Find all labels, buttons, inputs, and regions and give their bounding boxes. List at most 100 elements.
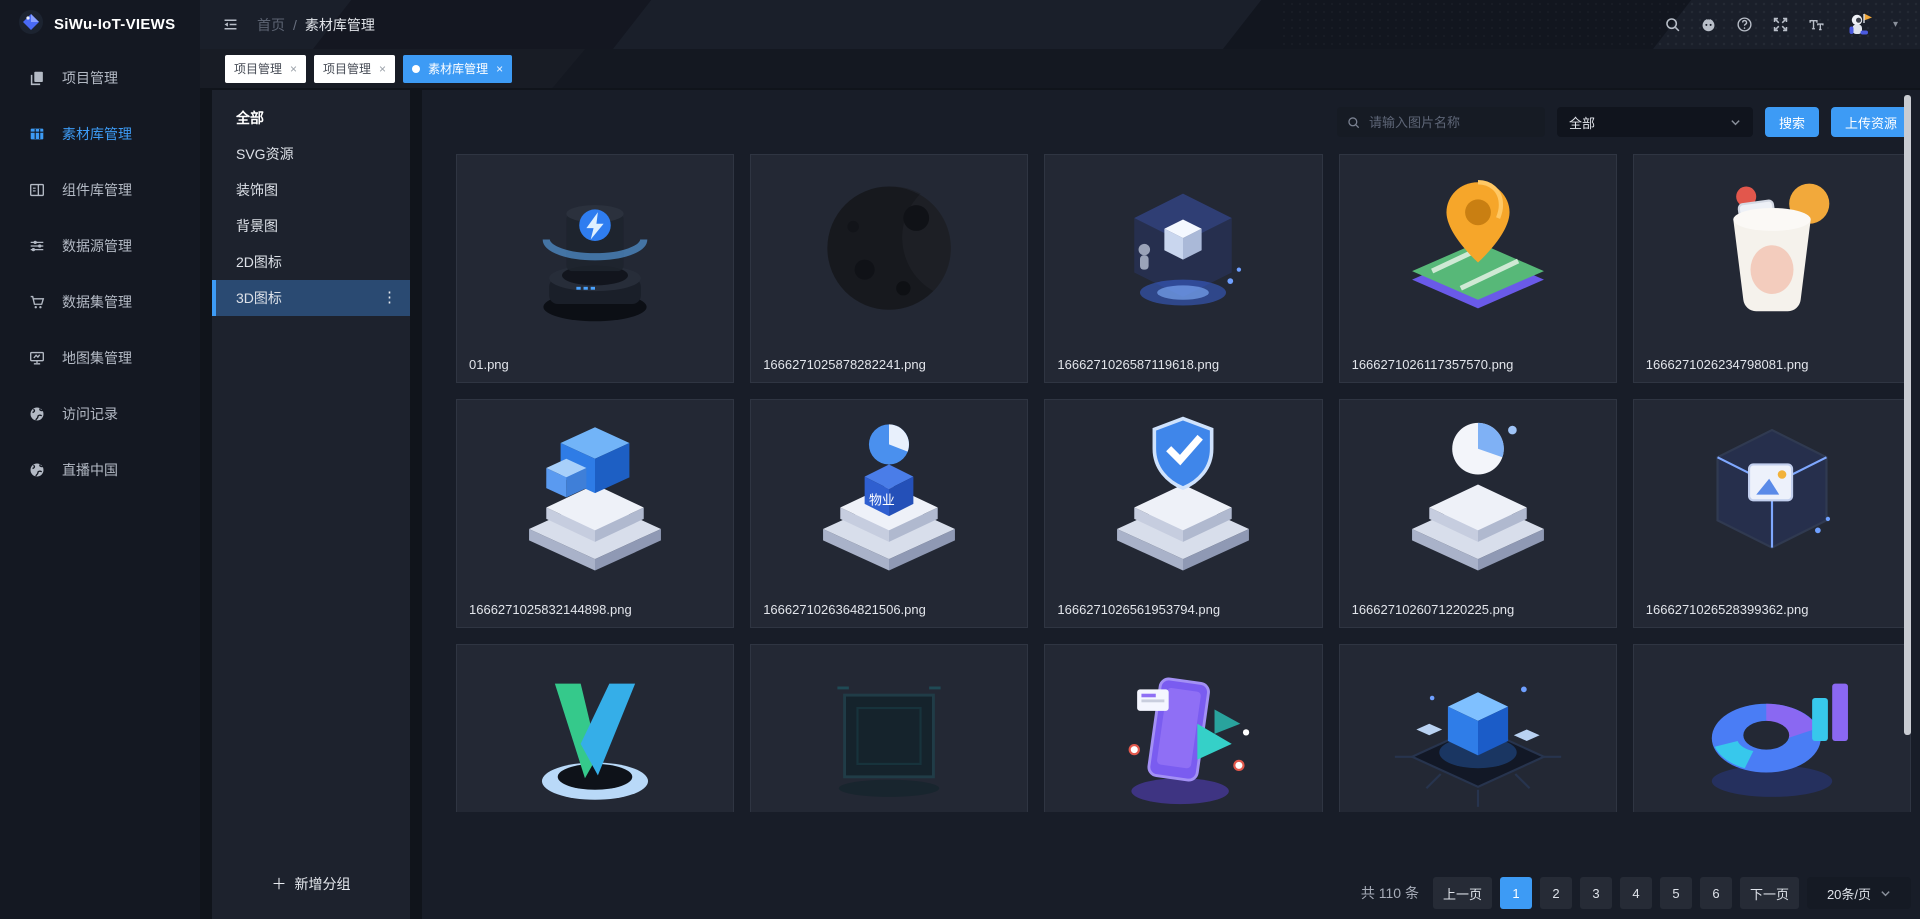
sidebar-item-label: 直播中国 (62, 460, 118, 480)
sidebar-item[interactable]: 直播中国 (0, 442, 200, 498)
search-button[interactable]: 搜索 (1765, 107, 1819, 137)
breadcrumb-current: 素材库管理 (305, 15, 375, 35)
sidebar-item[interactable]: 项目管理 (0, 50, 200, 106)
user-menu-caret-icon[interactable]: ▾ (1893, 19, 1898, 30)
datasource-icon (28, 237, 46, 255)
category-item-2D图标[interactable]: 2D图标 (212, 244, 410, 280)
pagination-pages: 123456 (1500, 877, 1732, 909)
asset-thumbnail-holo-cube (1097, 165, 1269, 337)
logo: SiWu-IoT-VIEWS (0, 0, 200, 49)
dataset-icon (28, 293, 46, 311)
asset-filename: 1666271026364821506.png (763, 602, 926, 617)
category-label: 背景图 (236, 218, 278, 234)
asset-card[interactable]: 1666271025878282241.png (750, 154, 1028, 383)
pagination-page-4[interactable]: 4 (1620, 877, 1652, 909)
breadcrumb-home[interactable]: 首页 (257, 15, 285, 35)
category-item-装饰图[interactable]: 装饰图 (212, 172, 410, 208)
upload-asset-button[interactable]: 上传资源 (1831, 107, 1911, 137)
asset-thumbnail-shield (1097, 410, 1269, 582)
open-tabs-bar: 项目管理×项目管理×素材库管理× (200, 49, 1920, 88)
category-list: 全部SVG资源装饰图背景图 2D图标 3D图标⋮ (212, 90, 410, 316)
sidebar-item[interactable]: 组件库管理 (0, 162, 200, 218)
sidebar-item-label: 访问记录 (62, 404, 118, 424)
main-area: 全部SVG资源装饰图背景图2D图标3D图标⋮ ＋新增分组 全部 搜索 上传资源 (200, 88, 1920, 919)
breadcrumb: 首页 / 素材库管理 (257, 15, 375, 35)
category-item-全部[interactable]: 全部 (212, 100, 410, 136)
atlas-icon (28, 349, 46, 367)
asset-card[interactable]: 1666271026587119618.png (1044, 154, 1322, 383)
pagination-page-6[interactable]: 6 (1700, 877, 1732, 909)
project-icon (28, 69, 46, 87)
fullscreen-icon[interactable] (1772, 16, 1789, 33)
category-item-SVG资源[interactable]: SVG资源 (212, 136, 410, 172)
asset-grid-viewport: 01.png1666271025878282241.png 16662710265… (456, 154, 1911, 812)
asset-thumbnail-chip-cube (1392, 655, 1564, 812)
category-item-背景图[interactable]: 背景图 (212, 208, 410, 244)
sidebar-item[interactable]: 数据源管理 (0, 218, 200, 274)
tab-素材库管理[interactable]: 素材库管理× (403, 55, 512, 83)
asset-filename: 1666271026561953794.png (1057, 602, 1220, 617)
sidebar-item[interactable]: 访问记录 (0, 386, 200, 442)
asset-card[interactable] (456, 644, 734, 812)
pagination-total: 共 110 条 (1361, 883, 1419, 903)
asset-card[interactable] (1339, 644, 1617, 812)
active-tab-dot (412, 65, 420, 73)
tab-close-icon[interactable]: × (379, 63, 386, 75)
asset-filename: 1666271026587119618.png (1057, 357, 1219, 372)
category-kebab-icon[interactable]: ⋮ (382, 280, 398, 316)
category-label: 2D图标 (236, 254, 282, 270)
asset-card[interactable]: 1666271025832144898.png (456, 399, 734, 628)
sidebar-item[interactable]: 素材库管理 (0, 106, 200, 162)
pagination-next-button[interactable]: 下一页 (1740, 877, 1799, 909)
sidebar-item-label: 数据源管理 (62, 236, 132, 256)
header-left: 首页 / 素材库管理 (222, 15, 375, 35)
asset-thumbnail-device (509, 165, 681, 337)
sidebar-item[interactable]: 地图集管理 (0, 330, 200, 386)
pagination-page-3[interactable]: 3 (1580, 877, 1612, 909)
asset-card[interactable]: 1666271026071220225.png (1339, 399, 1617, 628)
github-icon[interactable] (1700, 16, 1717, 33)
add-group-button[interactable]: ＋新增分组 (212, 872, 410, 895)
asset-filename: 1666271025832144898.png (469, 602, 632, 617)
asset-card[interactable] (1633, 644, 1911, 812)
app-title: SiWu-IoT-VIEWS (54, 16, 175, 33)
tab-项目管理[interactable]: 项目管理 × (314, 55, 395, 83)
asset-card[interactable]: 1666271026561953794.png (1044, 399, 1322, 628)
asset-thumbnail-donut (1686, 655, 1858, 812)
asset-card[interactable]: 物业1666271026364821506.png (750, 399, 1028, 628)
asset-card[interactable]: 1666271026117357570.png (1339, 154, 1617, 383)
add-group-label: 新增分组 (295, 876, 351, 892)
asset-card[interactable]: 1666271026528399362.png (1633, 399, 1911, 628)
tab-label: 项目管理 (234, 60, 282, 77)
tab-close-icon[interactable]: × (290, 63, 297, 75)
sidebar-item[interactable]: 数据集管理 (0, 274, 200, 330)
asset-thumbnail-dark-frame (803, 655, 975, 812)
pagination-page-5[interactable]: 5 (1660, 877, 1692, 909)
asset-card[interactable] (750, 644, 1028, 812)
pagination-prev-button[interactable]: 上一页 (1433, 877, 1492, 909)
top-header: 首页 / 素材库管理 ▾ (200, 0, 1920, 49)
page-size-select[interactable]: 20条/页 (1807, 877, 1911, 909)
asset-search-input[interactable] (1367, 114, 1535, 131)
sidebar-item-label: 数据集管理 (62, 292, 132, 312)
collapse-sidebar-icon[interactable] (222, 16, 239, 33)
pagination-page-1[interactable]: 1 (1500, 877, 1532, 909)
pagination-page-2[interactable]: 2 (1540, 877, 1572, 909)
tab-label: 项目管理 (323, 60, 371, 77)
asset-type-value: 全部 (1569, 113, 1595, 132)
help-icon[interactable] (1736, 16, 1753, 33)
user-avatar[interactable] (1844, 10, 1874, 40)
font-size-icon[interactable] (1808, 16, 1825, 33)
component-icon (28, 181, 46, 199)
tab-项目管理[interactable]: 项目管理 × (225, 55, 306, 83)
asset-card[interactable]: 1666271026234798081.png (1633, 154, 1911, 383)
scrollbar-thumb[interactable] (1904, 95, 1911, 735)
asset-filename: 1666271026234798081.png (1646, 357, 1809, 372)
asset-thumbnail-pie-white (1392, 410, 1564, 582)
asset-card[interactable]: 01.png (456, 154, 734, 383)
asset-type-select[interactable]: 全部 (1557, 107, 1753, 137)
tab-close-icon[interactable]: × (496, 63, 503, 75)
category-item-3D图标[interactable]: 3D图标⋮ (212, 280, 410, 316)
asset-card[interactable] (1044, 644, 1322, 812)
search-icon[interactable] (1664, 16, 1681, 33)
